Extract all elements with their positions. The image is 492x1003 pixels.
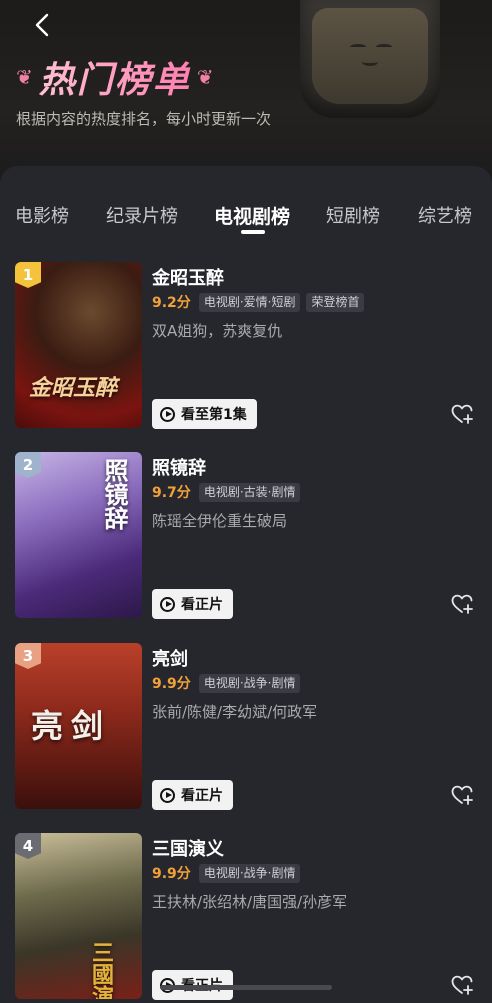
- list-item[interactable]: 1 金昭玉醉 金昭玉醉 9.2分 电视剧·爱情·短剧 荣登榜首 双A姐狗，苏爽复…: [0, 262, 492, 442]
- mascot-illustration: [300, 0, 440, 118]
- genre-tag: 电视剧·战争·剧情: [198, 863, 301, 883]
- heart-plus-icon[interactable]: [450, 973, 474, 997]
- page-title: 热门榜单: [39, 51, 191, 103]
- item-meta: 9.9分 电视剧·战争·剧情: [152, 673, 301, 693]
- watch-button-label: 看至第1集: [181, 407, 247, 423]
- item-title[interactable]: 照镜辞: [152, 454, 206, 480]
- page-title-group: ❦ 热门榜单 ❦: [16, 51, 214, 103]
- laurel-left-icon: ❦: [16, 65, 33, 89]
- mascot-eye-left: [350, 44, 366, 50]
- score: 9.7分: [152, 485, 191, 501]
- mascot-mouth: [362, 58, 378, 66]
- genre-tag: 电视剧·古装·剧情: [198, 482, 301, 502]
- page-subtitle: 根据内容的热度排名，每小时更新一次: [16, 110, 272, 128]
- watch-button[interactable]: 看至第1集: [152, 399, 257, 429]
- rank-badge: 4: [15, 833, 41, 859]
- poster-title-art: 亮剑: [31, 707, 112, 745]
- chevron-left-icon[interactable]: [30, 12, 56, 38]
- item-description: 王扶林/张绍林/唐国强/孙彦军: [152, 893, 348, 911]
- item-title[interactable]: 亮剑: [152, 645, 188, 671]
- item-description: 陈瑶全伊伦重生破局: [152, 512, 288, 530]
- tab-variety[interactable]: 综艺榜: [418, 202, 472, 228]
- list-item[interactable]: 4 三國演義 三国演义 9.9分 电视剧·战争·剧情 王扶林/张绍林/唐国强/孙…: [0, 833, 492, 1003]
- laurel-right-icon: ❦: [196, 65, 214, 89]
- item-title[interactable]: 金昭玉醉: [152, 264, 224, 290]
- rank-badge: 3: [15, 643, 41, 669]
- tab-movies[interactable]: 电影榜: [15, 202, 69, 228]
- active-tab-indicator: [241, 230, 265, 234]
- score: 9.9分: [152, 676, 191, 692]
- list-item[interactable]: 3 亮剑 亮剑 9.9分 电视剧·战争·剧情 张前/陈健/李幼斌/何政军 看正片: [0, 643, 492, 823]
- poster-image[interactable]: 4 三國演義: [15, 833, 142, 999]
- mascot-eye-right: [376, 44, 392, 50]
- list-item[interactable]: 2 照镜辞 照镜辞 9.7分 电视剧·古装·剧情 陈瑶全伊伦重生破局 看正片: [0, 452, 492, 632]
- item-title[interactable]: 三国演义: [152, 835, 224, 861]
- heart-plus-icon[interactable]: [450, 402, 474, 426]
- tab-short-dramas[interactable]: 短剧榜: [326, 202, 380, 228]
- item-meta: 9.7分 电视剧·古装·剧情: [152, 482, 301, 502]
- poster-title-art: 照镜辞: [100, 458, 128, 530]
- poster-image[interactable]: 3 亮剑: [15, 643, 142, 809]
- item-description: 张前/陈健/李幼斌/何政军: [152, 703, 318, 721]
- score: 9.2分: [152, 295, 191, 311]
- mascot-face: [312, 8, 428, 104]
- rank-badge: 2: [15, 452, 41, 478]
- item-description: 双A姐狗，苏爽复仇: [152, 322, 283, 340]
- watch-button[interactable]: 看正片: [152, 589, 233, 619]
- watch-button-label: 看正片: [181, 597, 223, 613]
- poster-image[interactable]: 1 金昭玉醉: [15, 262, 142, 428]
- tab-documentaries[interactable]: 纪录片榜: [106, 202, 178, 228]
- score: 9.9分: [152, 866, 191, 882]
- genre-tag: 电视剧·战争·剧情: [198, 673, 301, 693]
- rank-badge: 1: [15, 262, 41, 288]
- poster-title-art: 三國演義: [88, 941, 113, 999]
- watch-button-label: 看正片: [181, 788, 223, 804]
- category-tabs: 电影榜 纪录片榜 电视剧榜 短剧榜 综艺榜: [0, 202, 492, 242]
- play-icon: [160, 787, 175, 803]
- heart-plus-icon[interactable]: [450, 783, 474, 807]
- home-indicator[interactable]: [160, 985, 332, 990]
- watch-button[interactable]: 看正片: [152, 780, 233, 810]
- poster-title-art: 金昭玉醉: [29, 376, 118, 401]
- item-meta: 9.2分 电视剧·爱情·短剧 荣登榜首: [152, 292, 365, 312]
- poster-image[interactable]: 2 照镜辞: [15, 452, 142, 618]
- back-button-glyph: [35, 13, 49, 37]
- heart-plus-icon[interactable]: [450, 592, 474, 616]
- item-meta: 9.9分 电视剧·战争·剧情: [152, 863, 301, 883]
- play-icon: [160, 596, 175, 612]
- genre-tag: 电视剧·爱情·短剧: [198, 292, 301, 312]
- tab-tv-series[interactable]: 电视剧榜: [214, 202, 290, 229]
- honor-tag: 荣登榜首: [306, 292, 365, 312]
- play-icon: [160, 406, 175, 422]
